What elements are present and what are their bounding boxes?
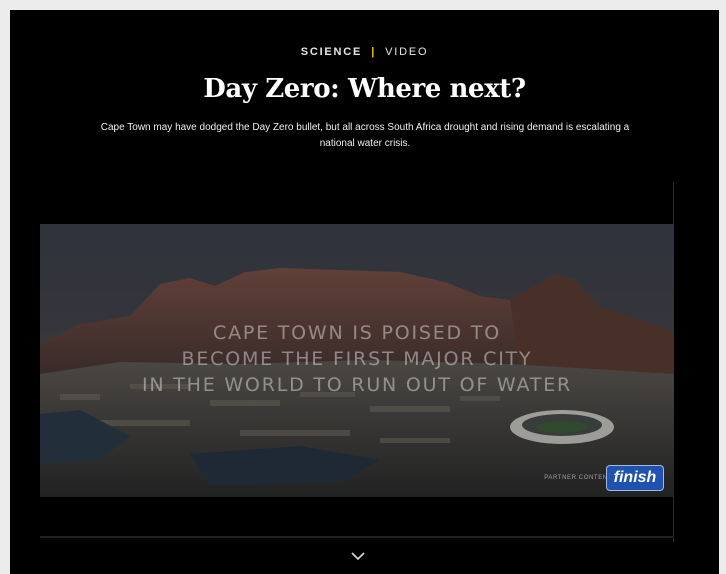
brand-logo: finish	[606, 465, 664, 491]
video-player[interactable]: CAPE TOWN IS POISED TO BECOME THE FIRST …	[40, 224, 674, 497]
overlay-line: IN THE WORLD TO RUN OUT OF WATER	[141, 374, 573, 396]
partner-content-label: PARTNER CONTENT	[544, 475, 612, 481]
category-label[interactable]: SCIENCE	[301, 46, 363, 58]
video-overlay-text: CAPE TOWN IS POISED TO BECOME THE FIRST …	[40, 320, 674, 398]
overlay-line: CAPE TOWN IS POISED TO	[213, 322, 501, 344]
category-separator: |	[371, 46, 377, 58]
overlay-line: BECOME THE FIRST MAJOR CITY	[181, 348, 533, 370]
content-type-label[interactable]: VIDEO	[385, 46, 428, 58]
chevron-down-icon[interactable]	[350, 550, 366, 562]
category-row: SCIENCE | VIDEO	[10, 46, 719, 58]
bottom-divider	[40, 536, 674, 538]
article-frame: SCIENCE | VIDEO Day Zero: Where next? Cape…	[10, 10, 719, 574]
article-dek: Cape Town may have dodged the Day Zero b…	[100, 122, 630, 149]
article-title: Day Zero: Where next?	[203, 74, 526, 104]
